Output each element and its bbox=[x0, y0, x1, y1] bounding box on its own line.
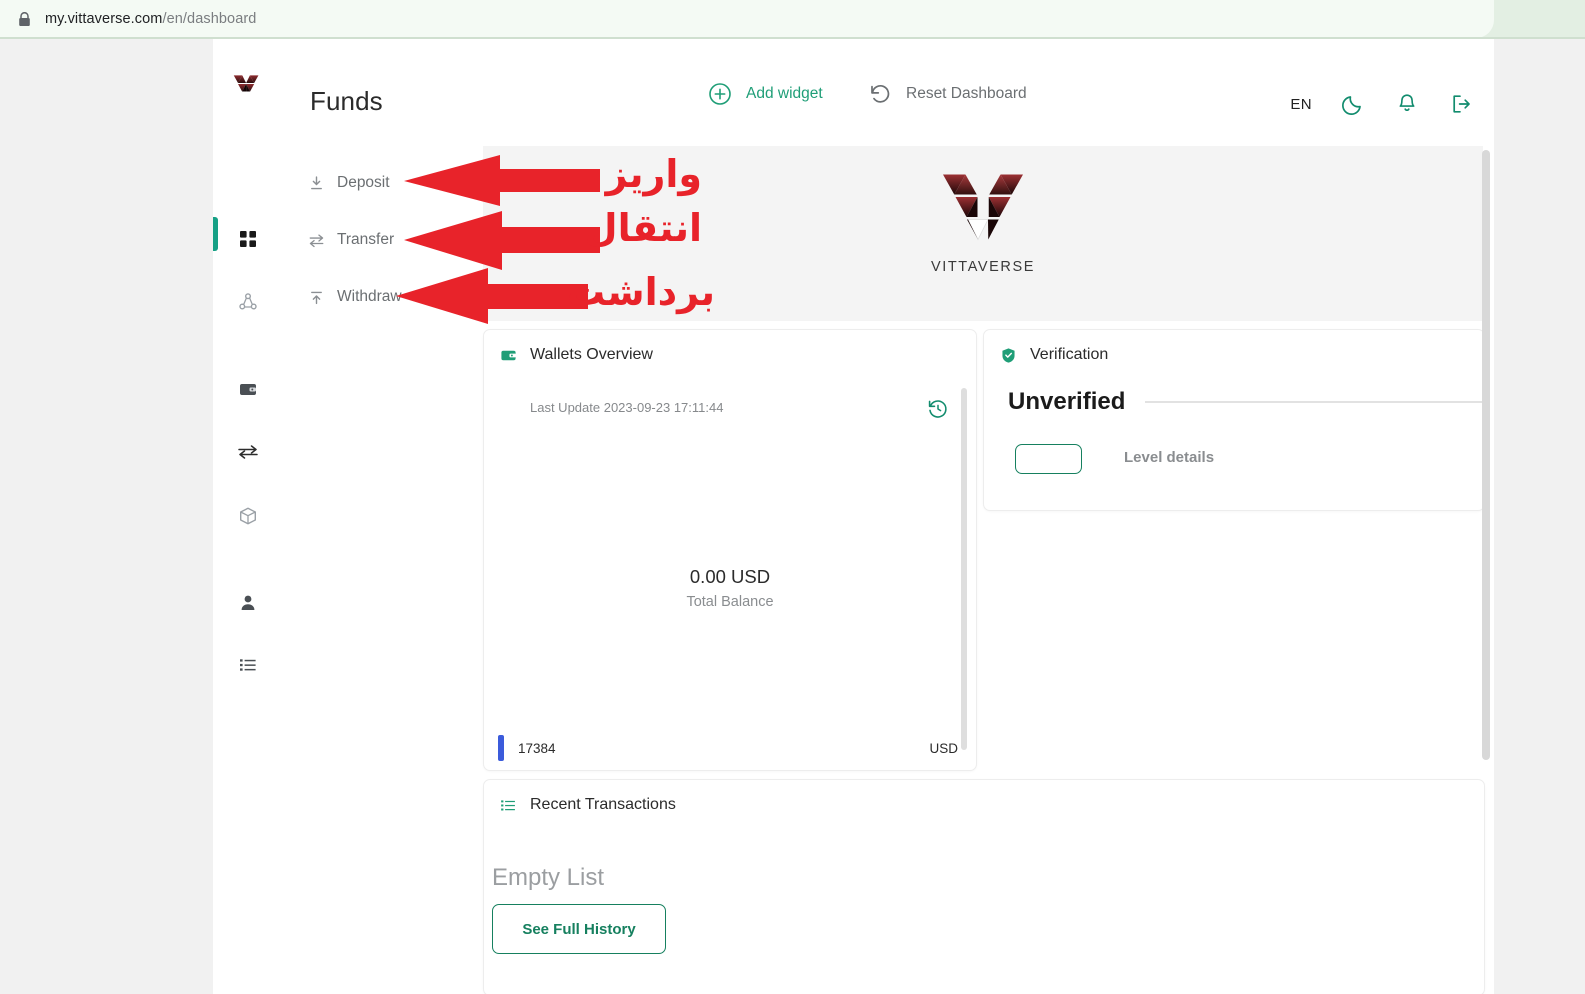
list-icon bbox=[239, 659, 256, 671]
status-progress-line bbox=[1145, 401, 1484, 403]
annotation-text-withdraw: برداشت bbox=[566, 270, 715, 314]
verification-level-button[interactable] bbox=[1015, 444, 1082, 474]
level-details-label: Level details bbox=[1124, 449, 1215, 466]
reset-dashboard-label: Reset Dashboard bbox=[906, 85, 1027, 102]
last-update-text: Last Update 2023-09-23 17:11:44 bbox=[530, 400, 724, 415]
undo-icon bbox=[871, 85, 890, 103]
add-widget-button[interactable]: Add widget bbox=[708, 82, 823, 106]
funds-panel: Funds Deposit Transfer Withdraw bbox=[282, 39, 476, 994]
funds-item-transfer[interactable]: Transfer bbox=[308, 231, 394, 249]
arrow-up-from-line-icon bbox=[311, 291, 322, 304]
shield-check-icon bbox=[1002, 347, 1015, 363]
funds-item-label: Transfer bbox=[337, 231, 395, 248]
dashboard-toolbar: Add widget Reset Dashboard EN bbox=[475, 39, 1494, 146]
app-root: Funds Deposit Transfer Withdraw Add widg… bbox=[213, 39, 1494, 994]
verification-card: Verification Unverified Level details bbox=[983, 329, 1485, 511]
list-icon bbox=[501, 799, 515, 811]
address-bar[interactable]: my.vittaverse.com/en/dashboard bbox=[0, 0, 1494, 38]
sidebar-item-exchange[interactable] bbox=[213, 428, 282, 476]
wallets-card-title: Wallets Overview bbox=[530, 346, 653, 363]
legend-color-swatch bbox=[498, 735, 504, 761]
reset-dashboard-button[interactable]: Reset Dashboard bbox=[868, 82, 1027, 106]
vittaverse-triangle-v-logo-icon bbox=[943, 174, 1023, 241]
plus-circle-icon bbox=[709, 83, 731, 105]
bell-icon[interactable] bbox=[1394, 91, 1420, 117]
language-switcher[interactable]: EN bbox=[1290, 96, 1312, 113]
page-title: Funds bbox=[310, 86, 383, 116]
icon-rail bbox=[213, 39, 283, 994]
total-balance-label: Total Balance bbox=[686, 594, 774, 610]
sidebar-item-profile[interactable] bbox=[213, 579, 282, 627]
url-text: my.vittaverse.com/en/dashboard bbox=[45, 11, 256, 27]
lock-icon bbox=[19, 11, 30, 26]
annotation-text-deposit: واریز bbox=[605, 152, 702, 196]
empty-list-text: Empty List bbox=[492, 864, 605, 891]
screen: my.vittaverse.com/en/dashboard Funds Dep… bbox=[0, 0, 1585, 994]
wallet-icon bbox=[239, 384, 256, 395]
url-path: /en/dashboard bbox=[162, 11, 257, 27]
wallets-card-header: Wallets Overview bbox=[500, 346, 653, 364]
wallets-scroll-area: Last Update 2023-09-23 17:11:44 0.00 USD… bbox=[485, 376, 975, 768]
banner-wordmark: VITTAVERSE bbox=[930, 259, 1036, 275]
status-badge: Unverified bbox=[1008, 388, 1126, 415]
sidebar-item-packages[interactable] bbox=[213, 492, 282, 540]
url-host: my.vittaverse.com bbox=[45, 11, 163, 27]
wallets-overview-card: Wallets Overview Last Update 2023-09-23 … bbox=[483, 329, 977, 771]
funds-item-label: Withdraw bbox=[337, 288, 402, 305]
legend-currency: USD bbox=[929, 740, 958, 756]
transactions-card-title: Recent Transactions bbox=[530, 796, 676, 813]
banner-logo: VITTAVERSE bbox=[913, 164, 1053, 275]
recent-transactions-card: Recent Transactions Empty List See Full … bbox=[483, 779, 1485, 994]
person-icon bbox=[241, 595, 254, 610]
sidebar-item-reports[interactable] bbox=[213, 641, 282, 689]
arrow-down-to-line-icon bbox=[311, 175, 322, 189]
see-full-history-label: See Full History bbox=[522, 920, 636, 938]
page-viewport: Funds Deposit Transfer Withdraw Add widg… bbox=[0, 39, 1494, 994]
verification-status-row: Unverified bbox=[1008, 388, 1484, 416]
toolbar-actions: EN bbox=[1290, 91, 1474, 117]
funds-item-deposit[interactable]: Deposit bbox=[308, 174, 390, 192]
sidebar-item-dashboard[interactable] bbox=[213, 215, 282, 263]
see-full-history-button[interactable]: See Full History bbox=[492, 904, 666, 954]
history-refresh-icon[interactable] bbox=[927, 398, 949, 420]
legend-wallet-id: 17384 bbox=[518, 740, 556, 756]
add-widget-label: Add widget bbox=[746, 85, 823, 102]
verification-card-header: Verification bbox=[1000, 346, 1108, 364]
browser-toolbar: my.vittaverse.com/en/dashboard bbox=[0, 0, 1585, 38]
logout-icon[interactable] bbox=[1448, 91, 1474, 117]
two-way-arrows-icon bbox=[309, 233, 324, 247]
grid-icon bbox=[239, 231, 256, 247]
exchange-arrows-icon bbox=[237, 445, 258, 459]
sidebar-item-wallet[interactable] bbox=[213, 365, 282, 413]
total-balance-amount: 0.00 USD bbox=[689, 566, 771, 587]
total-balance-block: 0.00 USD Total Balance bbox=[485, 566, 975, 610]
page-scrollbar[interactable] bbox=[1482, 150, 1490, 760]
moon-icon[interactable] bbox=[1340, 91, 1366, 117]
funds-item-label: Deposit bbox=[337, 174, 390, 191]
annotation-text-transfer: انتقال bbox=[584, 206, 702, 250]
network-icon bbox=[238, 293, 257, 310]
wallet-legend-row: 17384 USD bbox=[498, 735, 958, 761]
wallets-scrollbar[interactable] bbox=[961, 388, 967, 750]
verification-card-title: Verification bbox=[1030, 346, 1109, 363]
funds-item-withdraw[interactable]: Withdraw bbox=[308, 288, 402, 306]
vittaverse-logo-icon[interactable] bbox=[229, 64, 267, 102]
box-icon bbox=[239, 507, 256, 525]
wallet-icon bbox=[501, 350, 517, 360]
sidebar-item-network[interactable] bbox=[213, 278, 282, 326]
transactions-card-header: Recent Transactions bbox=[500, 796, 676, 814]
